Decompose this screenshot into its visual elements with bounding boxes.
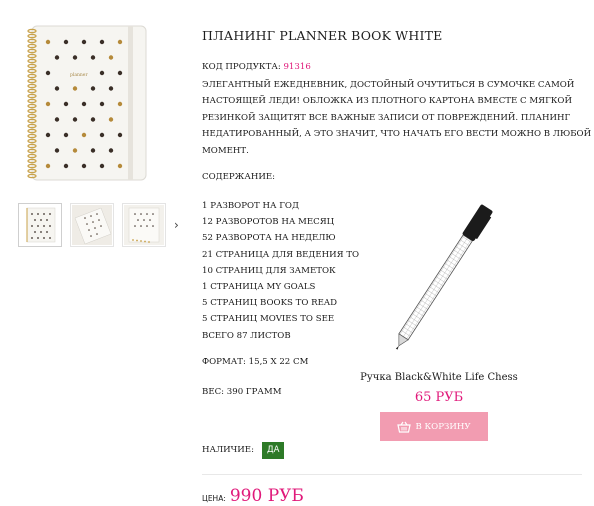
price-value: 990 РУБ	[229, 486, 304, 506]
list-item: 10 СТРАНИЦ ДЛЯ ЗАМЕТОК	[202, 265, 336, 276]
product-code-label: КОД ПРОДУКТА:	[202, 62, 281, 72]
content-heading: СОДЕРЖАНИЕ:	[202, 172, 275, 182]
svg-text:planner: planner	[70, 72, 88, 78]
thumbnail-1[interactable]	[18, 203, 62, 247]
chevron-right-icon[interactable]: ›	[174, 218, 179, 232]
list-item: 5 СТРАНИЦ MOVIES TO SEE	[202, 314, 335, 325]
add-to-cart-label: В КОРЗИНУ	[415, 421, 471, 432]
related-product-name[interactable]: Ручка Black&White Life Chess	[348, 372, 530, 383]
product-code-value: 91316	[283, 62, 311, 72]
related-product-image[interactable]	[360, 192, 530, 352]
description-line: НЕДАТИРОВАННЫЙ, А ЭТО ЗНАЧИТ, ЧТО НАЧАТЬ…	[202, 129, 592, 140]
list-item: 5 СТРАНИЦ BOOKS TO READ	[202, 298, 337, 309]
product-code: КОД ПРОДУКТА: 91316	[202, 62, 311, 72]
related-product-price: 65 РУБ	[414, 390, 464, 405]
list-item: 1 РАЗВОРОТ НА ГОД	[202, 201, 299, 211]
availability-badge: ДА	[261, 441, 285, 459]
price-label: ЦЕНА:	[202, 494, 226, 503]
description-line: НАСТОЯЩЕЙ ЛЕДИ! ОБЛОЖКА ИЗ ПЛОТНОГО КАРТ…	[202, 96, 572, 107]
thumbnail-2[interactable]	[70, 203, 114, 247]
price: ЦЕНА: 990 РУБ	[202, 486, 304, 506]
list-item: 1 СТРАНИЦА MY GOALS	[202, 282, 316, 293]
description-line: МОМЕНТ.	[202, 145, 249, 156]
availability-label: НАЛИЧИЕ:	[202, 445, 254, 455]
list-item: 12 РАЗВОРОТОВ НА МЕСЯЦ	[202, 217, 335, 228]
product-main-image[interactable]: planner	[22, 22, 150, 184]
divider	[202, 474, 582, 475]
product-title: ПЛАНИНГ PLANNER BOOK WHITE	[202, 28, 443, 43]
description-line: ЭЛЕГАНТНЫЙ ЕЖЕДНЕВНИК, ДОСТОЙНЫЙ ОЧУТИТЬ…	[202, 80, 575, 90]
description-line: РЕЗИНКОЙ ЗАЩИТЯТ ВСЕ ВАЖНЫЕ ЗАПИСИ ОТ ПО…	[202, 112, 571, 123]
product-format: ФОРМАТ: 15,5 Х 22 СМ	[202, 357, 309, 367]
content-list: 1 РАЗВОРОТ НА ГОД 12 РАЗВОРОТОВ НА МЕСЯЦ…	[202, 198, 359, 344]
add-to-cart-button[interactable]: В КОРЗИНУ	[380, 412, 488, 441]
list-item: 21 СТРАНИЦА ДЛЯ ВЕДЕНИЯ ТО	[202, 249, 360, 260]
list-item: 52 РАЗВОРОТА НА НЕДЕЛЮ	[202, 233, 336, 244]
shopping-basket-icon	[397, 421, 412, 433]
product-description: ЭЛЕГАНТНЫЙ ЕЖЕДНЕВНИК, ДОСТОЙНЫЙ ОЧУТИТЬ…	[202, 77, 592, 159]
product-weight: ВЕС: 390 ГРАММ	[202, 387, 282, 397]
list-item: ВСЕГО 87 ЛИСТОВ	[202, 330, 291, 341]
thumbnail-3[interactable]	[122, 203, 166, 247]
availability: НАЛИЧИЕ: ДА	[202, 441, 285, 459]
